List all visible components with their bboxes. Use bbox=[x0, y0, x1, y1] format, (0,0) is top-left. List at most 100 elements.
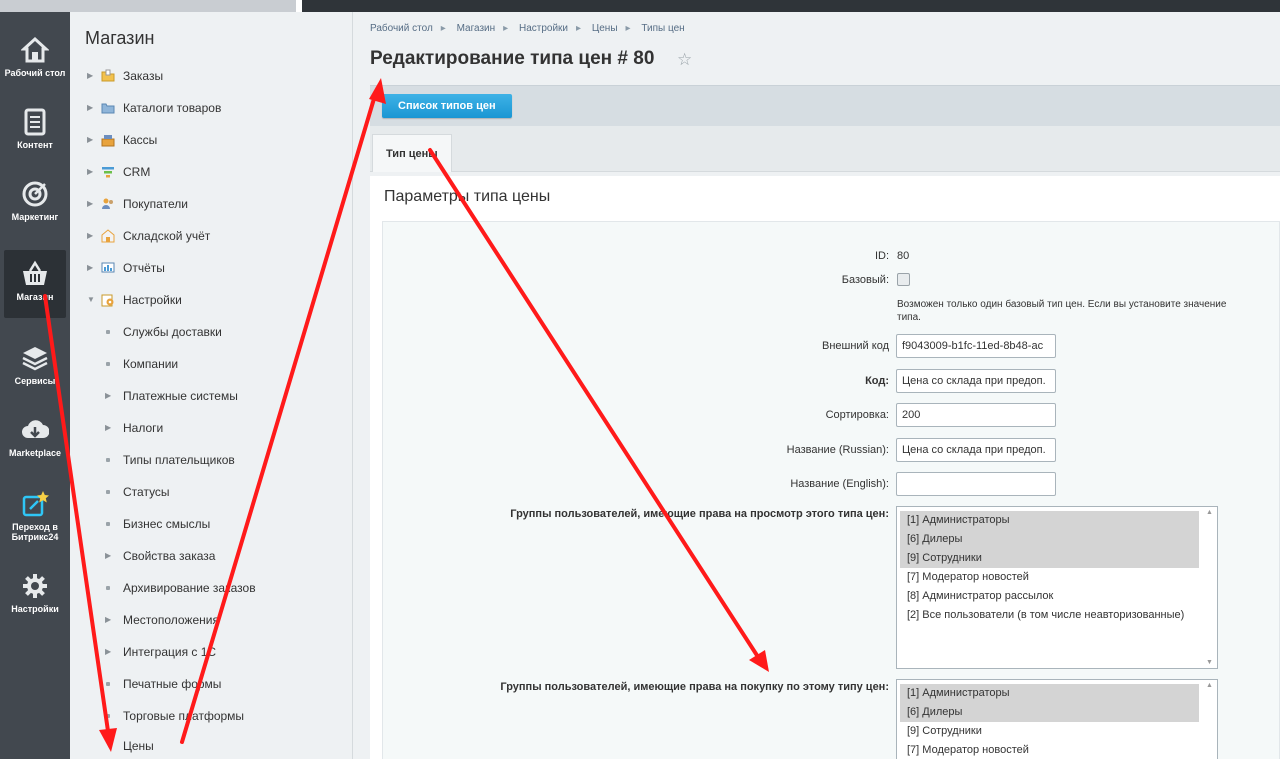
scroll-down-icon[interactable]: ▼ bbox=[1206, 659, 1213, 666]
breadcrumb-link[interactable]: Типы цен bbox=[641, 23, 684, 34]
menu-subitem-label: Цены bbox=[123, 739, 154, 753]
breadcrumb-link[interactable]: Рабочий стол bbox=[370, 23, 433, 34]
menu-subitem-companies[interactable]: Компании bbox=[70, 352, 353, 376]
menu-subitem-order-props[interactable]: ▶ Свойства заказа bbox=[70, 544, 353, 568]
menu-item-buyers[interactable]: ▶ Покупатели bbox=[70, 192, 353, 216]
name-ru-input[interactable]: Цена со склада при предоп. bbox=[896, 438, 1056, 462]
menu-subitem-archive[interactable]: Архивирование заказов bbox=[70, 576, 353, 600]
breadcrumb-separator-icon: ▸ bbox=[576, 23, 582, 34]
tab-price-type[interactable]: Тип цены bbox=[372, 134, 452, 172]
menu-subitem-print-forms[interactable]: Печатные формы bbox=[70, 672, 353, 696]
nav-settings[interactable]: Настройки bbox=[4, 562, 66, 630]
select-option[interactable]: [2] Все пользователи (в том числе неавто… bbox=[900, 606, 1199, 625]
select-option[interactable]: [9] Сотрудники bbox=[900, 549, 1199, 568]
nav-desktop[interactable]: Рабочий стол bbox=[4, 26, 66, 94]
select-option[interactable]: [1] Администраторы bbox=[900, 511, 1199, 530]
scrollbar[interactable]: ▲ ▼ bbox=[1203, 507, 1217, 668]
menu-subitem-statuses[interactable]: Статусы bbox=[70, 480, 353, 504]
funnel-icon bbox=[102, 167, 114, 178]
code-input[interactable]: Цена со склада при предоп. bbox=[896, 369, 1056, 393]
menu-subitem-label: Статусы bbox=[123, 485, 170, 499]
scrollbar[interactable]: ▲ bbox=[1203, 680, 1217, 759]
menu-item-catalogs[interactable]: ▶ Каталоги товаров bbox=[70, 96, 353, 120]
sort-label: Сортировка: bbox=[825, 409, 889, 421]
menu-subitem-delivery[interactable]: Службы доставки bbox=[70, 320, 353, 344]
select-option[interactable]: [1] Администраторы bbox=[900, 684, 1199, 703]
menu-subitem-label: Службы доставки bbox=[123, 325, 222, 339]
layers-icon bbox=[22, 347, 48, 371]
base-checkbox[interactable] bbox=[897, 273, 910, 286]
menu-subitem-prices[interactable]: ▼ Цены bbox=[70, 734, 353, 758]
menu-subitem-label: Торговые платформы bbox=[123, 709, 245, 723]
menu-item-expand-arrow[interactable]: ▶ bbox=[87, 96, 93, 120]
price-types-list-button[interactable]: Список типов цен bbox=[382, 94, 512, 118]
menu-subitem-taxes[interactable]: ▶ Налоги bbox=[70, 416, 353, 440]
cloud-download-icon bbox=[22, 420, 49, 438]
menu-item-crm[interactable]: ▶ CRM bbox=[70, 160, 353, 184]
menu-item-expand-arrow[interactable]: ▶ bbox=[87, 192, 93, 216]
breadcrumb-link[interactable]: Цены bbox=[592, 23, 618, 34]
menu-subitem-trading-platforms[interactable]: Торговые платформы bbox=[70, 704, 353, 728]
scroll-up-icon[interactable]: ▲ bbox=[1206, 682, 1213, 689]
name-ru-label: Название (Russian): bbox=[786, 444, 889, 456]
menu-item-cash[interactable]: ▶ Кассы bbox=[70, 128, 353, 152]
menu-subitem-locations[interactable]: ▶ Местоположения bbox=[70, 608, 353, 632]
menu-item-expand-arrow[interactable]: ▶ bbox=[87, 256, 93, 280]
name-en-input[interactable] bbox=[896, 472, 1056, 496]
nav-marketplace-label: Marketplace bbox=[8, 448, 62, 458]
menu-item-label: Заказы bbox=[123, 69, 164, 83]
menu-item-expand-arrow[interactable]: ▶ bbox=[87, 160, 93, 184]
expand-arrow-icon[interactable]: ▶ bbox=[105, 384, 111, 408]
select-option[interactable]: [6] Дилеры bbox=[900, 703, 1199, 722]
expand-arrow-icon[interactable]: ▶ bbox=[105, 640, 111, 664]
menu-item-reports[interactable]: ▶ Отчёты bbox=[70, 256, 353, 280]
bullet-icon bbox=[106, 714, 110, 718]
nav-bitrix24[interactable]: Переход в Битрикс24 bbox=[4, 480, 66, 548]
buy-groups-select[interactable]: [1] Администраторы [6] Дилеры [9] Сотруд… bbox=[896, 679, 1218, 759]
main-navigation: Рабочий стол Контент Маркетинг Магазин С… bbox=[0, 12, 70, 759]
nav-content[interactable]: Контент bbox=[4, 98, 66, 166]
target-icon bbox=[22, 181, 48, 207]
base-label: Базовый: bbox=[841, 274, 889, 286]
menu-item-expand-arrow[interactable]: ▶ bbox=[87, 64, 93, 88]
bullet-icon bbox=[106, 490, 110, 494]
select-option[interactable]: [9] Сотрудники bbox=[900, 722, 1199, 741]
select-option[interactable]: [7] Модератор новостей bbox=[900, 568, 1199, 587]
menu-item-expand-arrow[interactable]: ▶ bbox=[87, 128, 93, 152]
expand-arrow-icon[interactable]: ▶ bbox=[105, 416, 111, 440]
view-groups-select[interactable]: [1] Администраторы [6] Дилеры [9] Сотруд… bbox=[896, 506, 1218, 669]
breadcrumb-link[interactable]: Настройки bbox=[519, 23, 568, 34]
expand-arrow-icon[interactable]: ▶ bbox=[105, 544, 111, 568]
select-option[interactable]: [7] Модератор новостей bbox=[900, 741, 1199, 759]
menu-subitem-payer-types[interactable]: Типы плательщиков bbox=[70, 448, 353, 472]
menu-item-expand-arrow[interactable]: ▶ bbox=[87, 224, 93, 248]
nav-shop[interactable]: Магазин bbox=[4, 250, 66, 318]
top-strip-gap bbox=[296, 0, 302, 12]
menu-item-settings[interactable]: ▼ Настройки bbox=[70, 288, 353, 312]
id-value: 80 bbox=[897, 250, 910, 262]
nav-marketplace[interactable]: Marketplace bbox=[4, 406, 66, 474]
menu-item-orders[interactable]: ▶ Заказы bbox=[70, 64, 353, 88]
favorite-star-icon[interactable]: ☆ bbox=[677, 50, 692, 70]
select-option[interactable]: [6] Дилеры bbox=[900, 530, 1199, 549]
nav-services[interactable]: Сервисы bbox=[4, 334, 66, 402]
bullet-icon bbox=[106, 522, 110, 526]
menu-subitem-label: Платежные системы bbox=[123, 389, 238, 403]
select-option[interactable]: [8] Администратор рассылок bbox=[900, 587, 1199, 606]
menu-item-label: Покупатели bbox=[123, 197, 188, 211]
menu-subitem-label: Типы плательщиков bbox=[123, 453, 235, 467]
menu-subitem-1c[interactable]: ▶ Интеграция с 1С bbox=[70, 640, 353, 664]
menu-item-collapse-arrow[interactable]: ▼ bbox=[87, 288, 95, 312]
menu-item-label: Отчёты bbox=[123, 261, 165, 275]
collapse-arrow-icon[interactable]: ▼ bbox=[105, 734, 113, 758]
scroll-up-icon[interactable]: ▲ bbox=[1206, 509, 1213, 516]
ext-code-input[interactable]: f9043009-b1fc-11ed-8b48-ac bbox=[896, 334, 1056, 358]
expand-arrow-icon[interactable]: ▶ bbox=[105, 608, 111, 632]
menu-subitem-payments[interactable]: ▶ Платежные системы bbox=[70, 384, 353, 408]
sort-input[interactable]: 200 bbox=[896, 403, 1056, 427]
menu-subitem-business-meanings[interactable]: Бизнес смыслы bbox=[70, 512, 353, 536]
breadcrumb-link[interactable]: Магазин bbox=[457, 23, 496, 34]
nav-marketing[interactable]: Маркетинг bbox=[4, 170, 66, 238]
bullet-icon bbox=[106, 330, 110, 334]
menu-item-warehouse[interactable]: ▶ Складской учёт bbox=[70, 224, 353, 248]
